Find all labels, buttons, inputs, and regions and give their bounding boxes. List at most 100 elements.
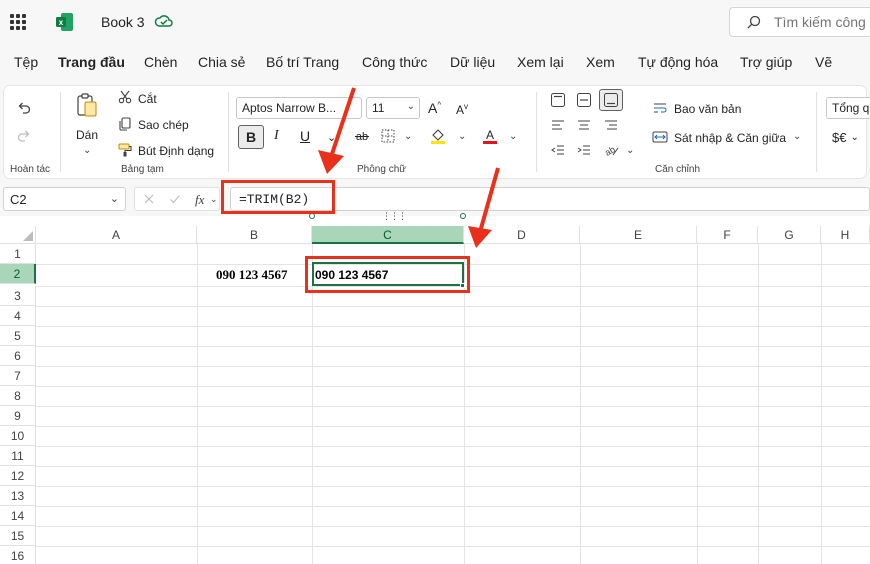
cell-b2[interactable]: 090 123 4567	[216, 267, 288, 283]
grid-line	[197, 244, 198, 564]
search-input[interactable]	[774, 13, 870, 31]
tab-automate[interactable]: Tự động hóa	[638, 54, 718, 70]
column-header-b[interactable]: B	[197, 226, 312, 244]
cloud-saved-icon[interactable]	[154, 12, 174, 32]
app-launcher-icon[interactable]	[10, 14, 26, 30]
row-header-16[interactable]: 16	[0, 546, 36, 564]
tab-review[interactable]: Xem lại	[517, 54, 564, 70]
align-right-icon[interactable]	[603, 117, 619, 133]
search-box[interactable]	[729, 7, 870, 37]
column-header-a[interactable]: A	[36, 226, 197, 244]
currency-format-button[interactable]: $€ ⌄	[832, 130, 859, 145]
row-header-2[interactable]: 2	[0, 264, 36, 284]
fill-color-icon[interactable]	[430, 127, 446, 145]
tab-insert[interactable]: Chèn	[144, 54, 177, 70]
grid-line	[36, 466, 870, 467]
row-header-11[interactable]: 11	[0, 446, 36, 466]
orientation-icon[interactable]: ab	[603, 142, 619, 158]
column-header-e[interactable]: E	[580, 226, 697, 244]
paste-icon[interactable]	[76, 92, 98, 118]
increase-indent-icon[interactable]	[576, 142, 592, 158]
tab-draw[interactable]: Vẽ	[815, 54, 832, 70]
italic-button[interactable]: I	[274, 128, 279, 144]
tab-formulas[interactable]: Công thức	[362, 54, 427, 70]
borders-icon[interactable]	[380, 128, 396, 144]
row-header-9[interactable]: 9	[0, 406, 36, 426]
group-label-font: Phông chữ	[357, 164, 406, 175]
row-header-8[interactable]: 8	[0, 386, 36, 406]
paste-chevron-down-icon[interactable]: ⌄	[83, 145, 91, 156]
wrap-text-button[interactable]: Bao văn bản	[674, 102, 741, 116]
column-header-h[interactable]: H	[821, 226, 870, 244]
row-header-14[interactable]: 14	[0, 506, 36, 526]
cut-icon[interactable]	[118, 90, 132, 104]
borders-chevron-down-icon[interactable]: ⌄	[404, 131, 412, 142]
align-bottom-button[interactable]	[599, 89, 623, 111]
row-header-12[interactable]: 12	[0, 466, 36, 486]
document-title[interactable]: Book 3	[101, 14, 145, 30]
fill-color-chevron-down-icon[interactable]: ⌄	[458, 131, 466, 142]
font-name-value: Aptos Narrow B...	[242, 101, 337, 115]
strikethrough-icon[interactable]: ab	[354, 128, 370, 144]
column-header-f[interactable]: F	[697, 226, 758, 244]
redo-icon[interactable]	[16, 128, 32, 144]
underline-button[interactable]: U	[300, 128, 310, 144]
merge-chevron-down-icon[interactable]: ⌄	[793, 131, 801, 142]
row-header-10[interactable]: 10	[0, 426, 36, 446]
cut-button[interactable]: Cắt	[138, 92, 157, 106]
drag-handle-icon[interactable]: ⋮⋮⋮	[382, 211, 407, 222]
row-header-3[interactable]: 3	[0, 286, 36, 306]
font-size-combobox[interactable]: 11 ⌄	[366, 97, 420, 119]
tab-home[interactable]: Trang đầu	[58, 54, 125, 70]
tab-file[interactable]: Tệp	[14, 54, 38, 70]
align-left-icon[interactable]	[550, 117, 566, 133]
row-header-4[interactable]: 4	[0, 306, 36, 326]
insert-function-icon[interactable]: fx	[195, 192, 204, 208]
align-top-icon[interactable]	[550, 92, 566, 108]
tab-share[interactable]: Chia sẻ	[198, 54, 245, 70]
column-header-d[interactable]: D	[464, 226, 580, 244]
align-middle-icon[interactable]	[576, 92, 592, 108]
row-header-13[interactable]: 13	[0, 486, 36, 506]
enter-icon[interactable]	[169, 193, 181, 205]
copy-icon[interactable]	[118, 117, 132, 131]
merge-center-button[interactable]: Sát nhập & Căn giữa	[674, 131, 786, 145]
row-header-15[interactable]: 15	[0, 526, 36, 546]
tab-help[interactable]: Trợ giúp	[740, 54, 792, 70]
insert-function-chevron-down-icon[interactable]: ⌄	[210, 194, 218, 205]
name-box[interactable]: C2 ⌄	[3, 187, 126, 211]
format-painter-icon[interactable]	[118, 143, 132, 157]
underline-chevron-down-icon[interactable]: ⌄	[327, 131, 336, 144]
decrease-font-size-icon[interactable]: Av	[456, 102, 468, 117]
bold-button[interactable]: B	[238, 125, 264, 149]
excel-logo-icon: x	[56, 13, 73, 31]
row-header-7[interactable]: 7	[0, 366, 36, 386]
annotation-highlight-result	[305, 256, 470, 293]
increase-font-size-icon[interactable]: A^	[428, 100, 441, 116]
row-header-1[interactable]: 1	[0, 244, 36, 264]
font-color-icon[interactable]: A	[482, 127, 498, 145]
column-resize-handle[interactable]	[460, 213, 466, 219]
paste-button[interactable]: Dán	[76, 128, 98, 142]
row-header-5[interactable]: 5	[0, 326, 36, 346]
column-header-g[interactable]: G	[758, 226, 821, 244]
formula-controls: fx ⌄	[134, 187, 220, 211]
copy-button[interactable]: Sao chép	[138, 118, 189, 132]
tab-page-layout[interactable]: Bố trí Trang	[266, 54, 339, 70]
font-color-chevron-down-icon[interactable]: ⌄	[509, 131, 517, 142]
align-center-icon[interactable]	[576, 117, 592, 133]
row-header-6[interactable]: 6	[0, 346, 36, 366]
undo-icon[interactable]	[16, 100, 32, 116]
decrease-indent-icon[interactable]	[550, 142, 566, 158]
tab-view[interactable]: Xem	[586, 54, 615, 70]
select-all-corner[interactable]	[0, 226, 36, 244]
font-name-combobox[interactable]: Aptos Narrow B...	[236, 97, 362, 119]
wrap-text-icon[interactable]	[652, 101, 668, 115]
number-format-combobox[interactable]: Tổng q	[826, 97, 870, 119]
tab-data[interactable]: Dữ liệu	[450, 54, 495, 70]
format-painter-button[interactable]: Bút Định dạng	[138, 144, 214, 158]
cancel-icon[interactable]	[143, 193, 155, 205]
merge-center-icon[interactable]	[652, 130, 668, 144]
column-header-c[interactable]: C	[312, 226, 464, 244]
orientation-chevron-down-icon[interactable]: ⌄	[626, 145, 634, 156]
